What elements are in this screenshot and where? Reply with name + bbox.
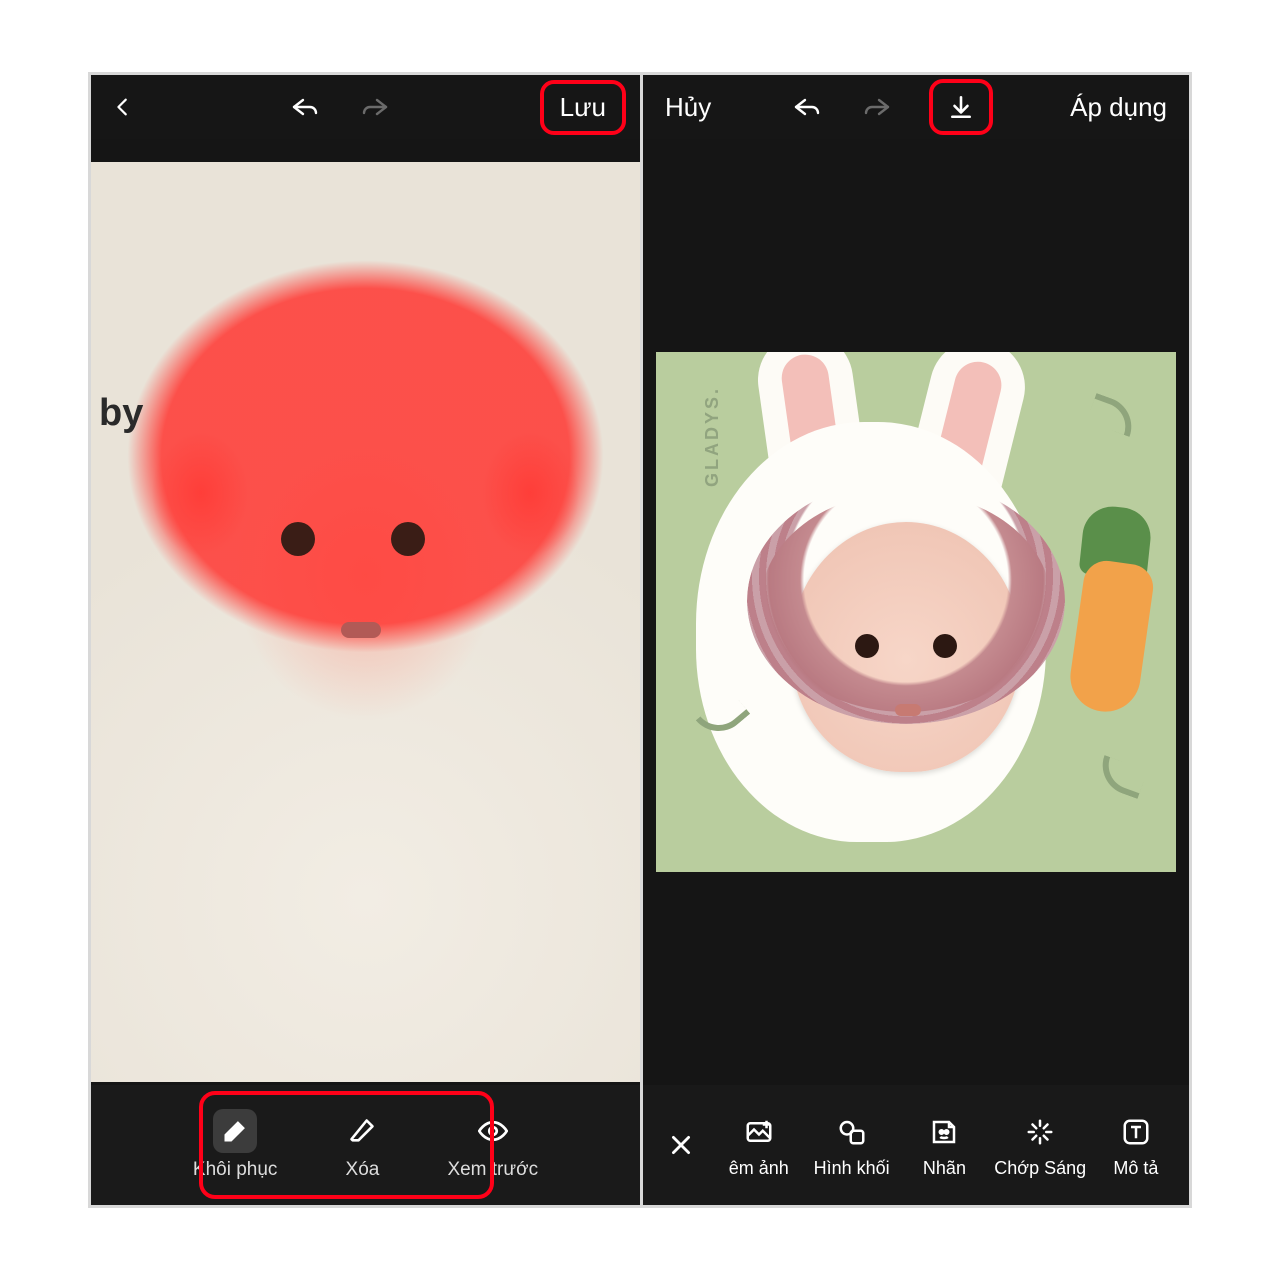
left-toolbar: Khôi phục Xóa Xem trước xyxy=(91,1085,640,1205)
tool-shape[interactable]: Hình khối xyxy=(809,1112,895,1179)
download-icon[interactable] xyxy=(943,89,979,125)
image-plus-icon xyxy=(739,1112,779,1152)
eraser-icon xyxy=(340,1109,384,1153)
tool-sticker[interactable]: Nhãn xyxy=(901,1112,987,1179)
accent-mark xyxy=(1094,755,1147,799)
tool-text-label: Mô tả xyxy=(1113,1158,1158,1179)
save-highlight: Lưu xyxy=(540,80,626,135)
right-toolbar: êm ảnh Hình khối Nhãn Chớp Sáng xyxy=(643,1085,1189,1205)
shapes-icon xyxy=(832,1112,872,1152)
undo-icon[interactable] xyxy=(789,89,825,125)
left-pane: Lưu by Khôi phục Xóa xyxy=(91,75,640,1205)
tool-shape-label: Hình khối xyxy=(814,1158,890,1179)
tool-image-label: êm ảnh xyxy=(729,1158,789,1179)
left-topbar: Lưu xyxy=(91,75,640,139)
left-canvas[interactable]: by xyxy=(91,139,640,1085)
masked-baby-photo: by xyxy=(91,162,640,1082)
right-pane: Hủy Áp dụng xyxy=(640,75,1189,1205)
tool-text[interactable]: Mô tả xyxy=(1093,1112,1179,1179)
cancel-button[interactable]: Hủy xyxy=(657,88,719,127)
artwork-signature: GLADYS. xyxy=(702,386,723,487)
tool-flash[interactable]: Chớp Sáng xyxy=(994,1112,1086,1179)
tool-restore[interactable]: Khôi phục xyxy=(193,1109,278,1181)
redo-icon[interactable] xyxy=(859,89,895,125)
tool-preview[interactable]: Xem trước xyxy=(447,1109,538,1181)
tool-restore-label: Khôi phục xyxy=(193,1159,278,1181)
save-button[interactable]: Lưu xyxy=(552,88,614,127)
tutorial-frame: Lưu by Khôi phục Xóa xyxy=(88,72,1192,1208)
download-highlight xyxy=(929,79,993,135)
sparkle-icon xyxy=(1020,1112,1060,1152)
carrot-illustration xyxy=(1076,562,1146,712)
composed-artwork: GLADYS. xyxy=(656,352,1176,872)
apply-button[interactable]: Áp dụng xyxy=(1062,88,1175,127)
tool-erase-label: Xóa xyxy=(346,1159,380,1181)
tool-add-image[interactable]: êm ảnh xyxy=(716,1112,802,1179)
tool-preview-label: Xem trước xyxy=(447,1159,538,1181)
right-topbar: Hủy Áp dụng xyxy=(643,75,1189,139)
cutout-head[interactable] xyxy=(791,522,1021,772)
right-canvas[interactable]: GLADYS. xyxy=(643,139,1189,1085)
redo-icon[interactable] xyxy=(357,89,393,125)
pillow-text: by xyxy=(99,392,143,435)
sticker-icon xyxy=(924,1112,964,1152)
undo-icon[interactable] xyxy=(287,89,323,125)
eye-icon xyxy=(471,1109,515,1153)
tool-erase[interactable]: Xóa xyxy=(323,1109,401,1181)
tool-sticker-label: Nhãn xyxy=(923,1158,966,1179)
tool-flash-label: Chớp Sáng xyxy=(994,1158,1086,1179)
close-button[interactable] xyxy=(653,1132,709,1158)
text-icon xyxy=(1116,1112,1156,1152)
brush-icon xyxy=(213,1109,257,1153)
back-icon[interactable] xyxy=(105,89,141,125)
accent-mark xyxy=(1086,393,1139,437)
